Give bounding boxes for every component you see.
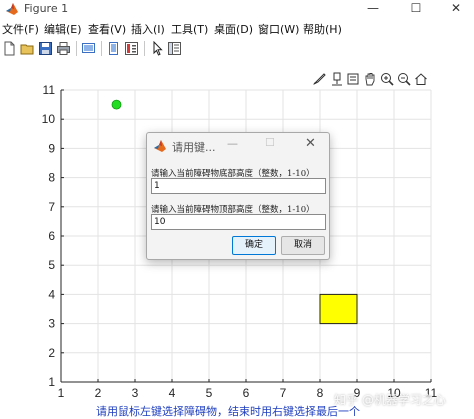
y-tick-label: 10 <box>42 112 56 126</box>
y-tick-label: 4 <box>48 287 55 301</box>
property-inspector-icon[interactable] <box>167 41 182 56</box>
top-height-input[interactable]: 10 <box>151 214 326 230</box>
menu-tools[interactable]: 工具(T) <box>171 21 208 37</box>
menu-bar: 文件(F) 编辑(E) 查看(V) 插入(I) 工具(T) 桌面(D) 窗口(W… <box>0 18 474 38</box>
window-title: Figure 1 <box>24 2 69 15</box>
menu-insert[interactable]: 插入(I) <box>131 21 165 37</box>
matlab-logo-icon <box>154 140 166 152</box>
ok-button[interactable]: 确定 <box>232 236 276 255</box>
x-tick-label: 1 <box>58 386 65 400</box>
bottom-height-input[interactable]: 1 <box>151 178 326 194</box>
new-file-icon[interactable] <box>2 41 17 56</box>
matlab-logo-icon <box>6 3 18 15</box>
dialog-close-button[interactable]: ✕ <box>305 136 316 151</box>
dialog-maximize-button: ☐ <box>265 136 275 149</box>
x-tick-label: 6 <box>243 386 250 400</box>
link-figure-icon[interactable] <box>81 41 96 56</box>
x-tick-label: 7 <box>280 386 287 400</box>
toolbar-separator <box>76 41 77 56</box>
dock-icon[interactable] <box>106 41 121 56</box>
menu-view[interactable]: 查看(V) <box>88 21 126 37</box>
dialog-title: 请用键... <box>172 141 216 154</box>
minimize-button[interactable]: — <box>355 0 391 18</box>
menu-help[interactable]: 帮助(H) <box>303 21 342 37</box>
menu-edit[interactable]: 编辑(E) <box>44 21 82 37</box>
y-tick-label: 7 <box>48 200 55 214</box>
toolbar-separator <box>101 41 102 56</box>
start-point-marker[interactable] <box>111 99 122 110</box>
y-tick-label: 8 <box>48 171 55 185</box>
title-bar: Figure 1 — ☐ ✕ <box>0 0 474 18</box>
close-button[interactable]: ✕ <box>438 0 474 18</box>
matlab-figure-window: Figure 1 — ☐ ✕ 文件(F) 编辑(E) 查看(V) 插入(I) 工… <box>0 0 474 419</box>
x-tick-label: 2 <box>95 386 102 400</box>
insert-colorbar-icon[interactable] <box>124 41 139 56</box>
menu-window[interactable]: 窗口(W) <box>258 21 299 37</box>
save-icon[interactable] <box>38 41 53 56</box>
y-tick-label: 9 <box>48 141 55 155</box>
obstacle-rectangle[interactable] <box>319 293 358 325</box>
dialog-minimize-button[interactable]: — <box>227 137 238 150</box>
instruction-text: 请用鼠标左键选择障碍物，结束时用右键选择最后一个 <box>96 405 360 418</box>
print-icon[interactable] <box>56 41 71 56</box>
watermark: 知乎 @机器学习之心 <box>334 393 446 407</box>
y-tick-label: 3 <box>48 317 55 331</box>
y-tick-label: 2 <box>48 346 55 360</box>
menu-file[interactable]: 文件(F) <box>2 21 39 37</box>
toolbar-separator <box>144 41 145 56</box>
cancel-button[interactable]: 取消 <box>281 236 325 255</box>
y-tick-label: 5 <box>48 258 55 272</box>
input-dialog: 请用键... — ☐ ✕ 请输入当前障碍物底部高度（整数，1-10） 1 请输入… <box>146 132 330 260</box>
x-tick-label: 4 <box>169 386 176 400</box>
open-folder-icon[interactable] <box>20 41 35 56</box>
dialog-title-bar: 请用键... — ☐ ✕ <box>147 133 329 159</box>
maximize-button[interactable]: ☐ <box>398 0 434 18</box>
x-tick-label: 3 <box>132 386 139 400</box>
menu-desktop[interactable]: 桌面(D) <box>214 21 253 37</box>
figure-toolbar <box>0 38 474 60</box>
x-tick-label: 5 <box>206 386 213 400</box>
y-tick-label: 6 <box>48 229 55 243</box>
x-tick-label: 8 <box>317 386 324 400</box>
y-tick-label: 1 <box>48 375 55 389</box>
y-tick-label: 11 <box>43 83 56 97</box>
pointer-icon[interactable] <box>150 41 165 56</box>
